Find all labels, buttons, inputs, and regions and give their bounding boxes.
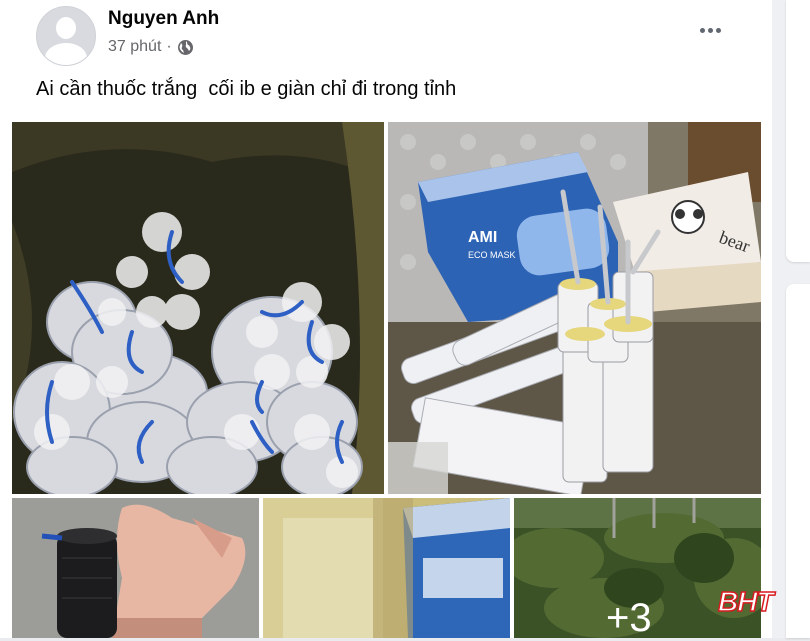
author-name[interactable]: Nguyen Anh [108, 8, 219, 30]
post-photo-4[interactable] [263, 498, 510, 638]
post-photo-1[interactable] [12, 122, 384, 494]
meta-separator: · [166, 38, 172, 55]
box-product-text: ECO MASK [468, 250, 516, 260]
avatar-body-shape [45, 43, 87, 65]
adjacent-card [786, 0, 810, 262]
more-photos-count[interactable]: +3 [606, 596, 652, 641]
post-photo-2[interactable]: AMI ECO MASK bear [388, 122, 761, 494]
adjacent-card-lower [786, 284, 810, 638]
post-time[interactable]: 37 phút [108, 38, 161, 56]
watermark-logo: BHT [717, 585, 774, 618]
more-options-icon[interactable] [693, 18, 727, 42]
post-text: Ai cần thuốc trắng cối ib e giàn chỉ đi … [36, 78, 457, 100]
avatar[interactable] [36, 6, 96, 66]
post-photo-3[interactable] [12, 498, 259, 638]
avatar-head-shape [56, 17, 76, 39]
post-card: Nguyen Anh 37 phút · Ai cần thuốc trắng … [0, 0, 774, 641]
box-brand-text: AMI [468, 229, 497, 246]
globe-icon[interactable] [177, 39, 194, 56]
post-meta: 37 phút · [108, 38, 194, 56]
